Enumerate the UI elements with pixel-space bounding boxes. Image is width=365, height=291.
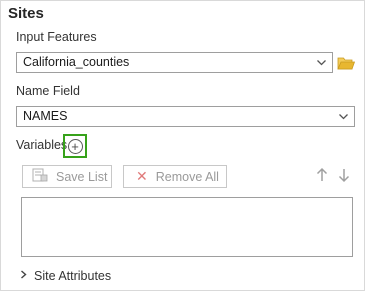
variables-label: Variables: [16, 138, 68, 152]
name-field-label: Name Field: [16, 84, 80, 98]
section-title: Sites: [8, 5, 44, 22]
remove-all-label: Remove All: [155, 169, 219, 184]
add-circle-icon: +: [67, 138, 83, 154]
input-features-label: Input Features: [16, 30, 97, 44]
chevron-down-icon: [338, 111, 349, 125]
site-attributes-expander[interactable]: Site Attributes: [20, 269, 111, 283]
add-variable-button[interactable]: +: [63, 134, 87, 158]
sites-panel: Sites Input Features California_counties…: [0, 0, 365, 291]
chevron-down-icon: [316, 57, 327, 71]
close-icon: ✕: [136, 168, 148, 184]
site-attributes-label: Site Attributes: [34, 269, 112, 283]
variables-list[interactable]: [21, 197, 353, 257]
save-list-button[interactable]: Save List: [22, 165, 112, 188]
remove-all-button[interactable]: ✕ Remove All: [123, 165, 227, 188]
name-field-value: NAMES: [23, 109, 68, 123]
input-features-value: California_counties: [23, 55, 130, 69]
folder-open-icon[interactable]: [337, 55, 356, 71]
chevron-right-icon: [20, 270, 27, 282]
arrow-up-icon[interactable]: [316, 167, 328, 187]
name-field-dropdown[interactable]: NAMES: [16, 106, 355, 127]
save-list-label: Save List: [56, 169, 108, 184]
input-features-dropdown[interactable]: California_counties: [16, 52, 333, 73]
save-list-icon: [32, 168, 48, 185]
arrow-down-icon[interactable]: [338, 167, 350, 187]
